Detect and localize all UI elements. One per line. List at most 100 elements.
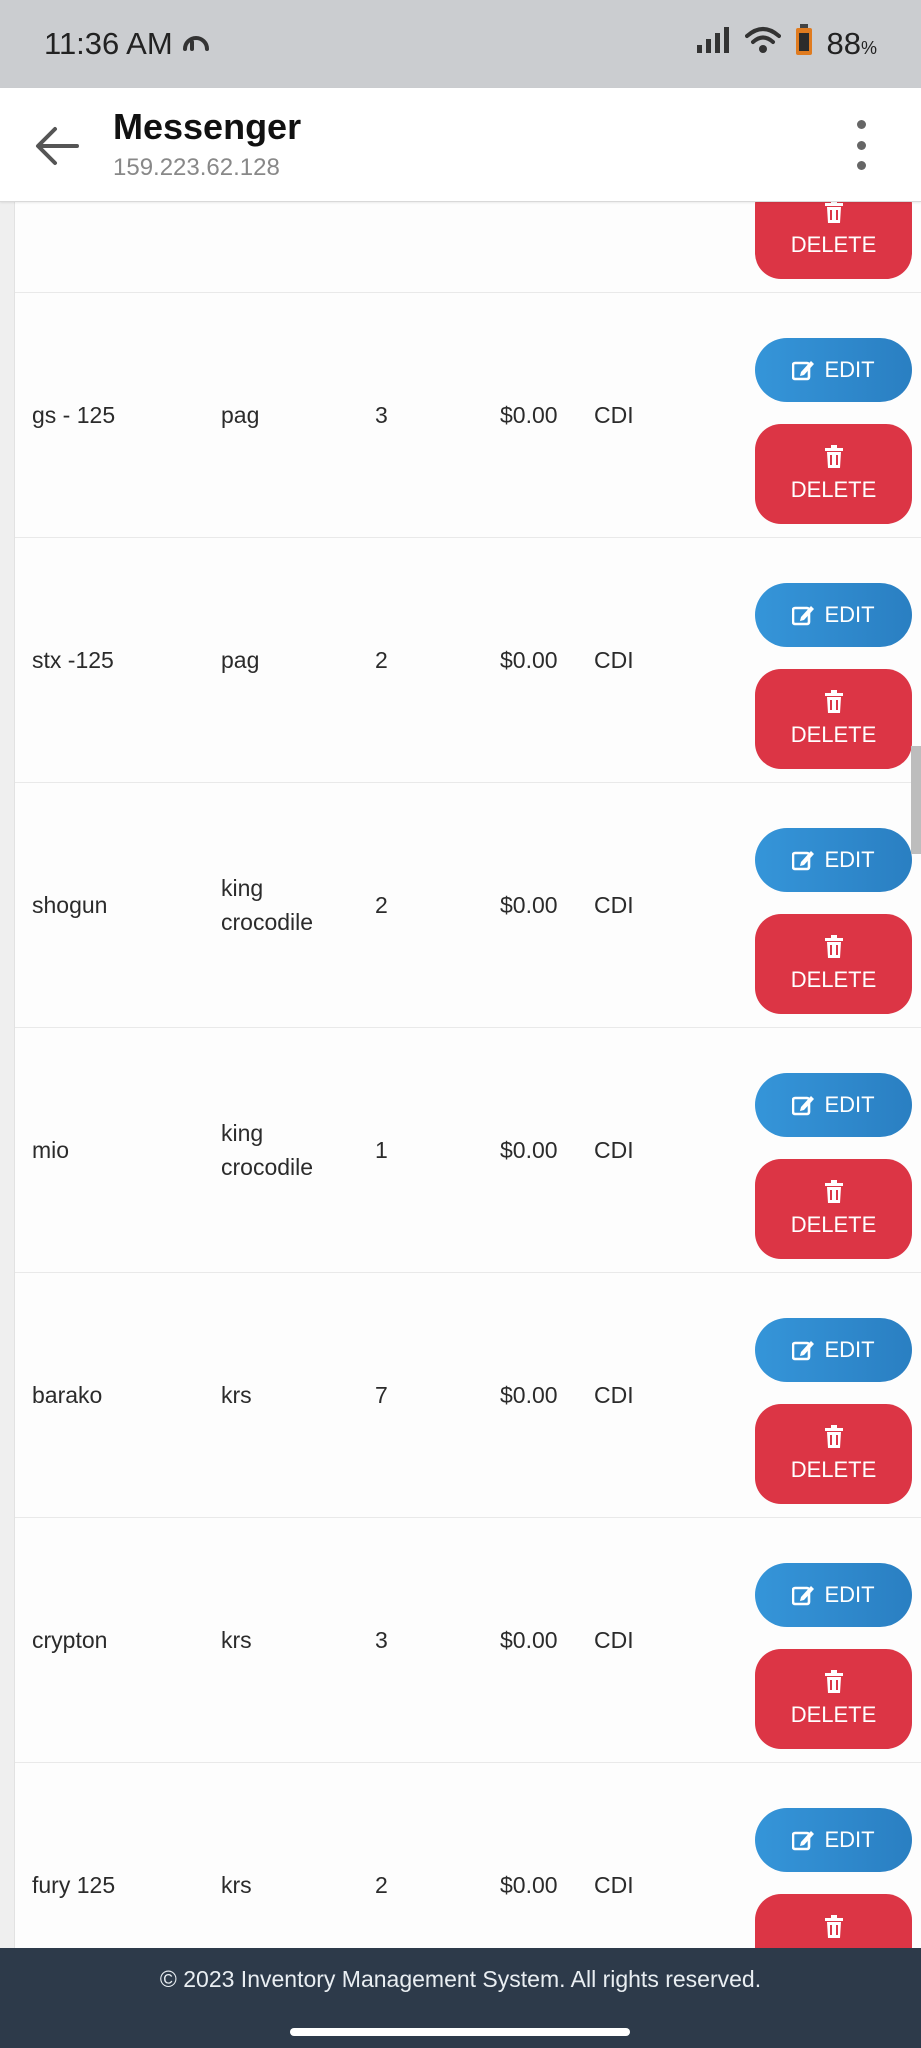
edit-button[interactable]: EDIT	[755, 338, 912, 402]
row-actions: EDIT DELETE	[755, 1273, 912, 1517]
item-quantity: 7	[375, 1382, 388, 1408]
status-bar: 11:36 AM 88%	[0, 0, 921, 88]
item-price: $0.00	[500, 647, 558, 673]
arc-icon	[181, 25, 211, 63]
item-category: king crocodile	[221, 875, 314, 935]
item-price: $0.00	[500, 402, 558, 428]
row-actions: EDIT DELETE	[755, 293, 912, 537]
signal-icon	[695, 25, 731, 63]
item-name: jupiter	[32, 202, 212, 292]
item-category: krs	[221, 1872, 252, 1898]
delete-button-label: DELETE	[790, 1457, 877, 1482]
edit-button-label: EDIT	[824, 1582, 875, 1607]
delete-button-label: DELETE	[790, 232, 877, 257]
row-actions: EDIT DELETE	[755, 538, 912, 782]
table-row: gs - 125 pag 3 $0.00 CDI EDIT DELETE	[15, 293, 921, 538]
table-row: mio king crocodile 1 $0.00 CDI EDIT DELETE	[15, 1028, 921, 1273]
delete-button[interactable]: DELETE	[755, 1894, 912, 1948]
item-quantity: 3	[375, 1627, 388, 1653]
delete-button[interactable]: DELETE	[755, 669, 912, 769]
delete-button[interactable]: DELETE	[755, 1159, 912, 1259]
item-category: pag	[221, 647, 260, 673]
item-quantity: 3	[375, 402, 388, 428]
edit-button[interactable]: EDIT	[755, 1073, 912, 1137]
edit-icon	[792, 361, 815, 381]
status-left: 11:36 AM	[44, 25, 211, 63]
delete-button[interactable]: DELETE	[755, 1404, 912, 1504]
delete-button-label: DELETE	[790, 967, 877, 992]
row-actions: EDIT DELETE	[755, 1763, 912, 1948]
app-title-group: Messenger 159.223.62.128	[113, 106, 301, 184]
menu-dot	[856, 161, 866, 170]
delete-button[interactable]: DELETE	[755, 914, 912, 1014]
item-category: krs	[221, 1382, 252, 1408]
status-right: 88%	[695, 24, 878, 64]
back-button[interactable]	[28, 116, 88, 176]
trash-icon	[824, 1425, 843, 1448]
battery-percent-value: 88	[826, 26, 861, 61]
trash-icon	[824, 935, 843, 958]
delete-button[interactable]: DELETE	[755, 1649, 912, 1749]
item-category: krs	[221, 1627, 252, 1653]
item-location: CDI	[594, 1382, 634, 1408]
battery-percent-unit: %	[860, 38, 877, 58]
edit-button-label: EDIT	[824, 357, 875, 382]
delete-button-label: DELETE	[790, 1702, 877, 1727]
gesture-nav-handle[interactable]	[290, 2028, 630, 2036]
item-price: $0.00	[500, 1627, 558, 1653]
more-vert-icon[interactable]	[841, 120, 881, 170]
app-bar: Messenger 159.223.62.128	[0, 88, 921, 202]
scrollbar-thumb[interactable]	[911, 746, 921, 854]
item-name: mio	[32, 1137, 70, 1163]
item-price: $0.00	[500, 1137, 558, 1163]
table-row: crypton krs 3 $0.00 CDI EDIT DELETE	[15, 1518, 921, 1763]
item-price: $0.00	[500, 1382, 558, 1408]
edit-icon	[792, 1341, 815, 1361]
edit-icon	[792, 606, 815, 626]
delete-button[interactable]: DELETE	[755, 202, 912, 279]
left-rule	[0, 202, 15, 1948]
back-arrow-icon	[36, 127, 79, 165]
edit-button-label: EDIT	[824, 847, 875, 872]
item-location: CDI	[594, 1627, 634, 1653]
row-actions: EDIT DELETE	[755, 1518, 912, 1762]
item-price: $0.00	[500, 892, 558, 918]
item-location: CDI	[594, 402, 634, 428]
trash-icon	[824, 1180, 843, 1203]
trash-icon	[824, 1915, 843, 1938]
table-row: jupiterking crocodile2 $0.00CDI EDITDELETE	[15, 202, 921, 293]
item-category: king crocodile	[221, 1120, 314, 1180]
item-price: $0.00	[500, 202, 580, 292]
item-quantity: 2	[375, 1872, 388, 1898]
table-row: shogun king crocodile 2 $0.00 CDI EDIT DELETE	[15, 783, 921, 1028]
item-quantity: 2	[375, 202, 435, 292]
edit-icon	[792, 1831, 815, 1851]
edit-button[interactable]: EDIT	[755, 1563, 912, 1627]
edit-button[interactable]: EDIT	[755, 1808, 912, 1872]
edit-button[interactable]: EDIT	[755, 828, 912, 892]
item-category: king crocodile	[221, 202, 361, 292]
item-category: pag	[221, 402, 260, 428]
table-row: fury 125 krs 2 $0.00 CDI EDIT DELETE	[15, 1763, 921, 1948]
item-name: barako	[32, 1382, 103, 1408]
item-location: CDI	[594, 892, 634, 918]
app-title: Messenger	[113, 106, 302, 147]
delete-button-label: DELETE	[790, 722, 877, 747]
item-quantity: 2	[375, 647, 388, 673]
item-location: CDI	[594, 1137, 634, 1163]
trash-icon	[824, 202, 843, 223]
wifi-icon	[744, 25, 781, 63]
item-location: CDI	[594, 1872, 634, 1898]
edit-button[interactable]: EDIT	[755, 1318, 912, 1382]
trash-icon	[824, 1670, 843, 1693]
menu-dot	[856, 140, 866, 150]
app-subtitle: 159.223.62.128	[113, 154, 280, 181]
item-quantity: 2	[375, 892, 388, 918]
edit-button[interactable]: EDIT	[755, 583, 912, 647]
battery-percent: 88%	[827, 26, 878, 62]
edit-button-label: EDIT	[824, 602, 875, 627]
delete-button[interactable]: DELETE	[755, 424, 912, 524]
row-actions: EDITDELETE	[755, 202, 912, 292]
row-actions: EDIT DELETE	[755, 1028, 912, 1272]
trash-icon	[824, 690, 843, 713]
